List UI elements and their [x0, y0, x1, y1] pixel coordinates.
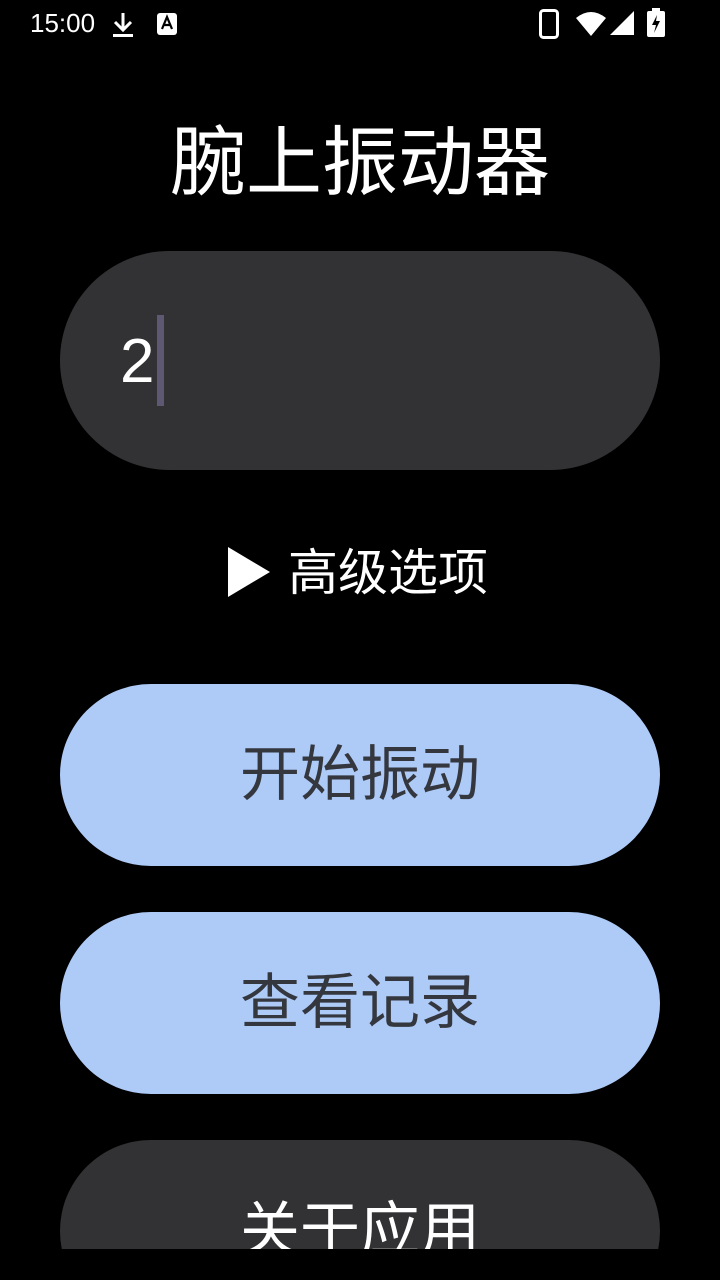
download-icon — [110, 10, 136, 44]
text-caret — [157, 315, 164, 406]
view-history-label: 查看记录 — [240, 968, 480, 1038]
app-screen: 15:00 腕上振动器 2 高级选项 开始振动 查看记录 关于应用 — [0, 0, 720, 1280]
start-vibration-label: 开始振动 — [240, 740, 480, 810]
start-vibration-button[interactable]: 开始振动 — [60, 684, 660, 866]
app-title: 腕上振动器 — [170, 118, 550, 207]
bottom-mask — [0, 1249, 720, 1280]
view-history-button[interactable]: 查看记录 — [60, 912, 660, 1094]
battery-charging-icon — [646, 8, 666, 42]
advanced-options-label: 高级选项 — [288, 544, 488, 602]
wifi-icon — [575, 10, 607, 42]
phone-icon — [539, 9, 559, 43]
advanced-options-toggle[interactable]: 高级选项 — [220, 535, 510, 611]
keyboard-a-icon — [156, 12, 178, 40]
play-triangle-icon — [227, 546, 271, 602]
status-time: 15:00 — [30, 8, 96, 38]
input-value: 2 — [120, 327, 155, 396]
status-bar: 15:00 — [0, 0, 720, 48]
signal-icon — [609, 10, 635, 40]
